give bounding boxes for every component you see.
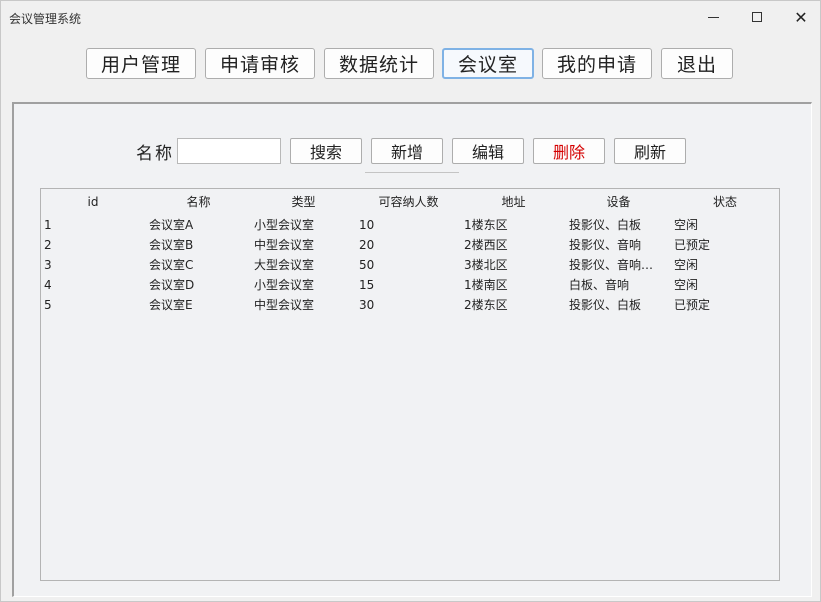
cell-name: 会议室E <box>149 298 193 312</box>
column-header-type[interactable]: 类型 <box>251 192 356 212</box>
column-header-address[interactable]: 地址 <box>461 192 566 212</box>
nav-exit[interactable]: 退出 <box>661 48 733 79</box>
maximize-button[interactable] <box>735 1 779 33</box>
cell-address: 1楼东区 <box>464 218 508 232</box>
column-header-equipment[interactable]: 设备 <box>566 192 671 212</box>
cell-type: 中型会议室 <box>254 238 315 252</box>
minimize-icon <box>707 16 719 18</box>
cell-capacity: 20 <box>359 238 375 252</box>
cell-id: 5 <box>44 298 52 312</box>
cell-equipment: 投影仪、音响 <box>569 238 642 252</box>
name-label: 名称 <box>136 144 174 164</box>
cell-capacity: 10 <box>359 218 375 232</box>
add-button[interactable]: 新增 <box>371 138 443 164</box>
close-icon: ✕ <box>794 7 808 27</box>
cell-equipment: 投影仪、音响、... <box>569 258 662 272</box>
minimize-button[interactable] <box>691 1 735 33</box>
cell-name: 会议室C <box>149 258 194 272</box>
cell-id: 2 <box>44 238 52 252</box>
table-header: id 名称 类型 可容纳人数 地址 设备 状态 <box>41 192 779 212</box>
cell-capacity: 30 <box>359 298 375 312</box>
meeting-room-table[interactable]: id 名称 类型 可容纳人数 地址 设备 状态 1 会议室A 小型会议室 10 … <box>40 188 780 581</box>
nav-statistics[interactable]: 数据统计 <box>324 48 434 79</box>
cell-name: 会议室D <box>149 278 195 292</box>
nav-user-management[interactable]: 用户管理 <box>86 48 196 79</box>
toolbar-divider <box>365 172 459 173</box>
column-header-status[interactable]: 状态 <box>671 192 779 212</box>
cell-capacity: 15 <box>359 278 375 292</box>
close-button[interactable]: ✕ <box>779 1 821 33</box>
cell-capacity: 50 <box>359 258 375 272</box>
cell-id: 1 <box>44 218 52 232</box>
table-row[interactable]: 5 会议室E 中型会议室 30 2楼东区 投影仪、白板 已预定 <box>41 295 779 315</box>
cell-equipment: 投影仪、白板 <box>569 298 642 312</box>
column-header-id[interactable]: id <box>41 192 145 212</box>
title-bar: 会议管理系统 ✕ <box>1 1 820 35</box>
cell-status: 已预定 <box>674 298 711 312</box>
cell-type: 小型会议室 <box>254 278 315 292</box>
column-header-name[interactable]: 名称 <box>146 192 251 212</box>
table-row[interactable]: 3 会议室C 大型会议室 50 3楼北区 投影仪、音响、... 空闲 <box>41 255 779 275</box>
cell-name: 会议室B <box>149 238 194 252</box>
cell-id: 4 <box>44 278 52 292</box>
table-row[interactable]: 2 会议室B 中型会议室 20 2楼西区 投影仪、音响 已预定 <box>41 235 779 255</box>
search-button[interactable]: 搜索 <box>290 138 362 164</box>
cell-address: 2楼西区 <box>464 238 508 252</box>
name-search-input[interactable] <box>177 138 281 164</box>
table-row[interactable]: 1 会议室A 小型会议室 10 1楼东区 投影仪、白板 空闲 <box>41 215 779 235</box>
delete-button[interactable]: 删除 <box>533 138 605 164</box>
cell-type: 大型会议室 <box>254 258 315 272</box>
refresh-button[interactable]: 刷新 <box>614 138 686 164</box>
cell-name: 会议室A <box>149 218 194 232</box>
cell-status: 已预定 <box>674 238 711 252</box>
maximize-icon <box>752 12 762 22</box>
cell-status: 空闲 <box>674 278 699 292</box>
column-header-capacity[interactable]: 可容纳人数 <box>356 192 461 212</box>
nav-meeting-room[interactable]: 会议室 <box>442 48 534 79</box>
cell-type: 小型会议室 <box>254 218 315 232</box>
nav-bar: 用户管理 申请审核 数据统计 会议室 我的申请 退出 <box>1 48 821 80</box>
app-window: 会议管理系统 ✕ 用户管理 申请审核 数据统计 会议室 我的申请 退出 名称 搜… <box>0 0 821 602</box>
edit-button[interactable]: 编辑 <box>452 138 524 164</box>
cell-status: 空闲 <box>674 218 699 232</box>
cell-status: 空闲 <box>674 258 699 272</box>
cell-address: 1楼南区 <box>464 278 508 292</box>
cell-equipment: 投影仪、白板 <box>569 218 642 232</box>
cell-address: 3楼北区 <box>464 258 508 272</box>
cell-address: 2楼东区 <box>464 298 508 312</box>
nav-my-applications[interactable]: 我的申请 <box>542 48 652 79</box>
window-title: 会议管理系统 <box>9 12 82 26</box>
cell-id: 3 <box>44 258 52 272</box>
cell-equipment: 白板、音响 <box>569 278 630 292</box>
nav-application-review[interactable]: 申请审核 <box>205 48 315 79</box>
cell-type: 中型会议室 <box>254 298 315 312</box>
table-row[interactable]: 4 会议室D 小型会议室 15 1楼南区 白板、音响 空闲 <box>41 275 779 295</box>
